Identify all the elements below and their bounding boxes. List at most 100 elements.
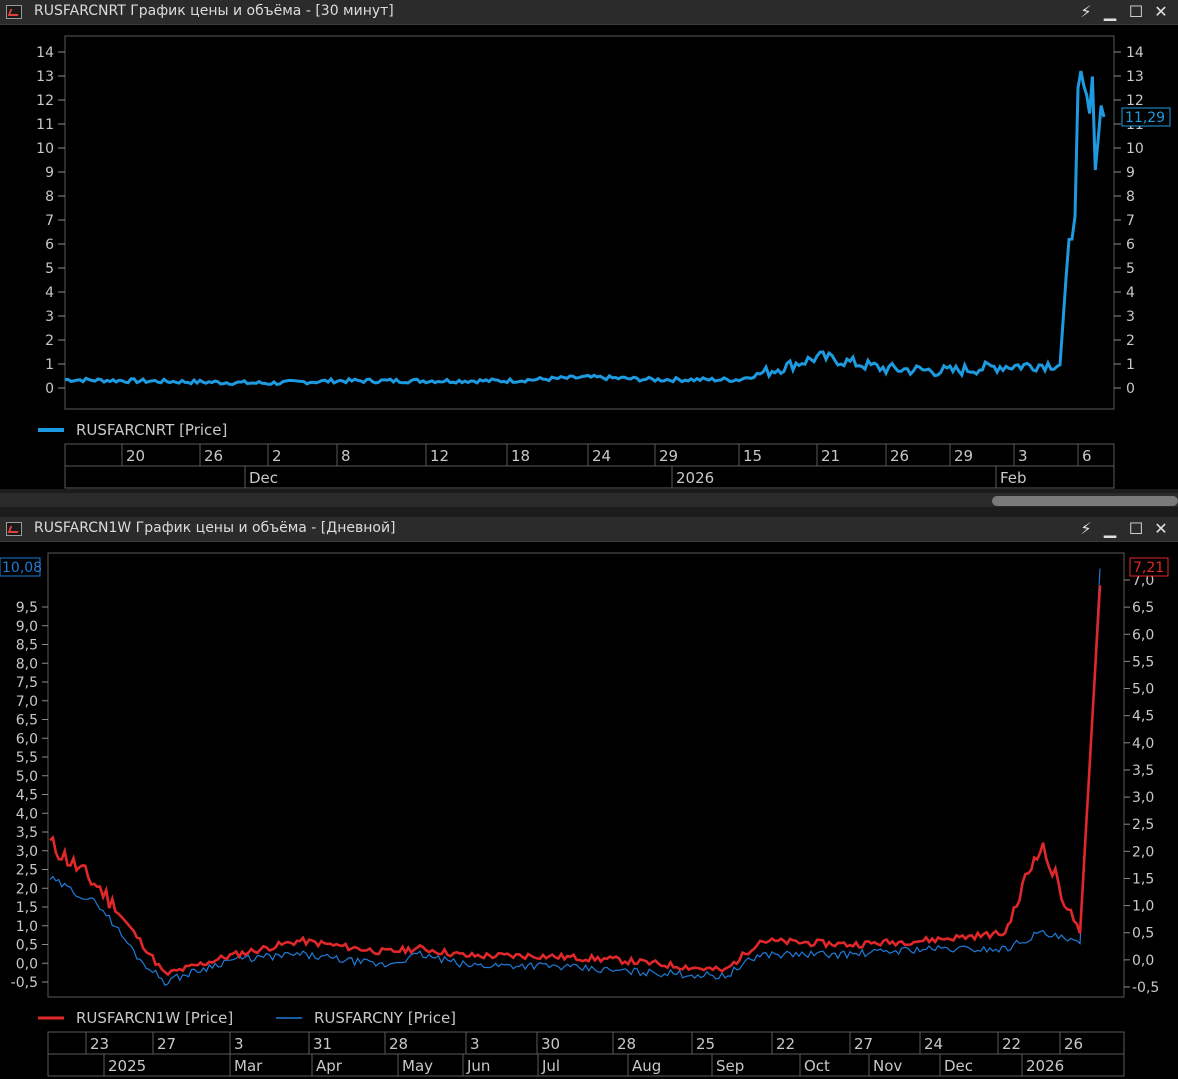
x-day-label: 22 <box>1002 1035 1021 1053</box>
y-tick-label-right: 6,0 <box>1132 627 1154 643</box>
y-tick-label-left: 6,0 <box>16 731 38 747</box>
x-day-label: 8 <box>341 447 351 465</box>
y-tick-label-right: 2 <box>1126 333 1135 349</box>
x-day-label: 28 <box>617 1035 636 1053</box>
x-day-label: 24 <box>592 447 611 465</box>
minimize-button[interactable]: ▁ <box>1100 2 1120 22</box>
bottom-right-last-price: 7,21 <box>1133 560 1164 576</box>
y-tick-label-left: 6,5 <box>16 713 38 729</box>
x-month-label: Nov <box>873 1057 902 1075</box>
y-tick-label-left: 3 <box>45 309 54 325</box>
x-month-label: Oct <box>804 1057 830 1075</box>
y-tick-label-left: 3,0 <box>16 844 38 860</box>
pin-icon[interactable]: ⚡ <box>1076 2 1096 22</box>
top-plot-frame <box>64 35 1115 410</box>
x-day-label: 24 <box>924 1035 943 1053</box>
y-tick-label-right: 12 <box>1126 93 1144 109</box>
top-last-price: 11,29 <box>1125 110 1165 126</box>
y-tick-label-right: 2,0 <box>1132 844 1154 860</box>
x-day-label: 18 <box>511 447 530 465</box>
x-month-label: Jul <box>541 1057 560 1075</box>
y-tick-label-left: 7 <box>45 213 54 229</box>
x-day-label: 2 <box>272 447 282 465</box>
y-tick-label-left: 4,5 <box>16 788 38 804</box>
y-tick-label-right: 0,0 <box>1132 953 1154 969</box>
bottom-plot-frame <box>47 552 1125 998</box>
x-day-label: 31 <box>313 1035 332 1053</box>
bottom-legend-label-1: RUSFARCN1W [Price] <box>76 1009 233 1027</box>
y-tick-label-right: 5 <box>1126 261 1135 277</box>
minimize-button[interactable]: ▁ <box>1100 519 1120 539</box>
chart-app-icon <box>6 522 22 536</box>
bottom-price-chart[interactable]: -0,5 0,0 0,5 1,0 1,5 2,0 2,5 3,0 3,5 4,0 4,5 5,0 5,5… <box>0 541 1178 1079</box>
bottom-left-price-label: 10,08 <box>0 557 42 577</box>
y-tick-label-right: 14 <box>1126 45 1144 61</box>
top-title-bar[interactable]: RUSFARCNRT График цены и объёма - [30 ми… <box>0 0 1178 25</box>
x-day-label: 30 <box>541 1035 560 1053</box>
bottom-left-last-price: 10,08 <box>2 560 42 576</box>
x-month-label: Feb <box>1000 469 1027 487</box>
x-day-label: 25 <box>696 1035 715 1053</box>
x-month-label: Apr <box>316 1057 343 1075</box>
close-button[interactable]: ✕ <box>1151 519 1171 539</box>
y-tick-label-right: 1,5 <box>1132 871 1154 887</box>
x-day-label: 12 <box>430 447 449 465</box>
x-day-label: 27 <box>157 1035 176 1053</box>
y-tick-label-right: 4,5 <box>1132 709 1154 725</box>
y-tick-label-right: 1 <box>1126 357 1135 373</box>
y-tick-label-left: 8 <box>45 189 54 205</box>
y-tick-label-left: 5 <box>45 261 54 277</box>
y-tick-label-left: 10 <box>36 141 54 157</box>
y-tick-label-left: 14 <box>36 45 54 61</box>
x-day-label: 3 <box>1018 447 1028 465</box>
maximize-button[interactable]: ☐ <box>1126 519 1146 539</box>
scrollbar-thumb[interactable] <box>992 496 1178 506</box>
x-day-label: 26 <box>1064 1035 1083 1053</box>
y-tick-label-left: 8,5 <box>16 638 38 654</box>
y-tick-label-right: 3 <box>1126 309 1135 325</box>
y-tick-label-left: 11 <box>36 117 54 133</box>
y-tick-label-left: 3,5 <box>16 825 38 841</box>
x-day-label: 20 <box>126 447 145 465</box>
maximize-button[interactable]: ☐ <box>1126 2 1146 22</box>
close-button[interactable]: ✕ <box>1151 2 1171 22</box>
y-tick-label-left: 4 <box>45 285 54 301</box>
y-tick-label-left: 8,0 <box>16 656 38 672</box>
y-tick-label-left: 7,5 <box>16 675 38 691</box>
y-tick-label-left: 4,0 <box>16 806 38 822</box>
y-tick-label-left: 5,0 <box>16 769 38 785</box>
y-tick-label-right: 0,5 <box>1132 926 1154 942</box>
bottom-title-bar[interactable]: RUSFARCN1W График цены и объёма - [Дневн… <box>0 517 1178 542</box>
y-tick-label-right: 3,5 <box>1132 763 1154 779</box>
x-month-label: Aug <box>632 1057 661 1075</box>
y-tick-label-right: -0,5 <box>1132 980 1159 996</box>
x-day-label: 21 <box>821 447 840 465</box>
y-tick-label-right: 4,0 <box>1132 736 1154 752</box>
y-tick-label-left: 1 <box>45 357 54 373</box>
y-tick-label-right: 6,5 <box>1132 600 1154 616</box>
y-tick-label-right: 4 <box>1126 285 1135 301</box>
y-tick-label-right: 2,5 <box>1132 817 1154 833</box>
y-tick-label-left: 0,0 <box>16 956 38 972</box>
x-day-label: 28 <box>389 1035 408 1053</box>
x-day-label: 26 <box>890 447 909 465</box>
y-tick-label-left: 6 <box>45 237 54 253</box>
y-tick-label-right: 3,0 <box>1132 790 1154 806</box>
y-tick-label-right: 9 <box>1126 165 1135 181</box>
x-month-label: Mar <box>234 1057 263 1075</box>
x-day-label: 3 <box>470 1035 480 1053</box>
x-day-label: 15 <box>743 447 762 465</box>
y-tick-label-right: 13 <box>1126 69 1144 85</box>
top-price-label-box: 11,29 <box>1121 107 1171 127</box>
x-day-label: 22 <box>776 1035 795 1053</box>
x-day-label: 27 <box>854 1035 873 1053</box>
bottom-chart-window: RUSFARCN1W График цены и объёма - [Дневн… <box>0 517 1178 1079</box>
x-day-label: 23 <box>90 1035 109 1053</box>
y-tick-label-right: 1,0 <box>1132 899 1154 915</box>
y-tick-label-right: 6 <box>1126 237 1135 253</box>
pin-icon[interactable]: ⚡ <box>1076 519 1096 539</box>
y-tick-label-right: 5,0 <box>1132 682 1154 698</box>
y-tick-label-right: 10 <box>1126 141 1144 157</box>
top-price-chart[interactable]: 01234567891011121314 0123456789101112131… <box>0 24 1178 489</box>
x-day-label: 6 <box>1082 447 1092 465</box>
